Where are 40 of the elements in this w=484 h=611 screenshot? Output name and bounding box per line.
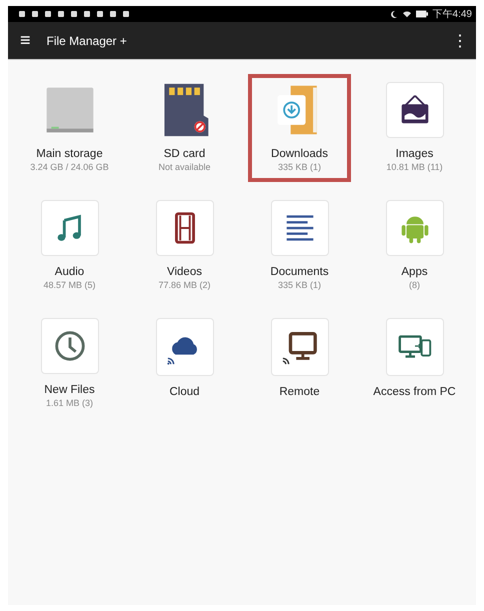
category-item[interactable]: Main storage 3.24 GB / 24.06 GB [18,74,121,182]
category-label: Access from PC [373,386,456,398]
category-item[interactable]: Access from PC [363,310,466,418]
category-item[interactable]: Videos 77.86 MB (2) [133,192,236,300]
moon-icon [390,10,398,18]
category-detail: 335 KB (1) [278,162,322,172]
category-label: SD card [164,148,206,160]
category-detail: 10.81 MB (11) [386,162,443,172]
app-title: File Manager + [46,34,128,48]
category-label: Audio [54,266,84,278]
category-item[interactable]: Documents 335 KB (1) [248,192,351,300]
menu-button[interactable]: ≡ [8,30,43,51]
category-item[interactable]: Audio 48.57 MB (5) [18,192,121,300]
category-item[interactable]: New Files 1.61 MB (3) [18,310,121,418]
category-label: Videos [167,266,202,278]
category-detail: 48.57 MB (5) [43,280,96,290]
category-item[interactable]: SD card Not available [133,74,236,182]
more-options-button[interactable]: ⋮ [444,30,476,50]
category-label: New Files [44,384,95,396]
category-detail: 335 KB (1) [278,280,322,290]
category-item[interactable]: Remote [248,310,351,418]
category-item[interactable]: Cloud [133,310,236,418]
battery-icon [416,10,428,18]
category-label: Cloud [169,386,200,398]
category-item[interactable]: Images 10.81 MB (11) [363,74,466,182]
category-label: Downloads [271,148,328,160]
clock-time: 下午4:49 [432,8,472,21]
category-item[interactable]: Downloads 335 KB (1) [248,74,351,182]
category-detail: Not available [158,162,211,172]
wifi-icon [402,10,411,18]
category-label: Main storage [36,148,103,160]
category-detail: 77.86 MB (2) [158,280,211,290]
category-detail: 3.24 GB / 24.06 GB [30,162,109,172]
category-label: Images [396,148,434,160]
category-label: Remote [279,386,320,398]
category-detail: (8) [409,280,420,290]
category-label: Apps [401,266,428,278]
category-item[interactable]: Apps (8) [363,192,466,300]
category-detail: 1.61 MB (3) [46,398,94,408]
category-label: Documents [270,266,329,278]
